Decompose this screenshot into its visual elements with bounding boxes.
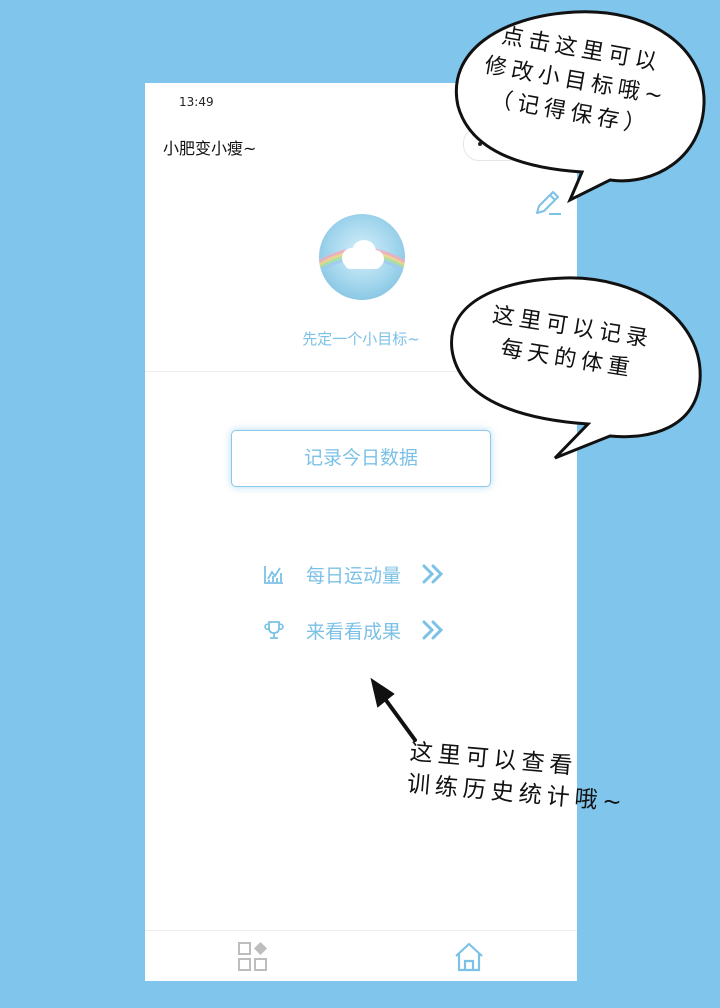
double-chevron-right-icon — [422, 620, 444, 640]
edit-pencil-icon[interactable] — [531, 187, 563, 219]
record-today-button[interactable]: 记录今日数据 — [231, 430, 491, 487]
menu-label: 每日运动量 — [306, 564, 402, 587]
double-chevron-right-icon — [422, 564, 444, 584]
phone-screen: 13:49 小肥变小瘦~ 先定一个小目标~ 记录今日数据 每日运动量 来看看成果 — [145, 83, 577, 981]
menu-view-results[interactable]: 来看看成果 — [263, 615, 445, 645]
tab-apps-icon[interactable] — [237, 941, 269, 973]
tab-bar — [145, 930, 577, 982]
mini-program-capsule[interactable] — [463, 127, 569, 161]
more-dots-icon[interactable] — [478, 141, 498, 147]
bar-chart-icon — [264, 566, 283, 584]
rainbow-cloud-icon — [319, 240, 405, 273]
avatar[interactable] — [319, 214, 405, 300]
menu-label: 来看看成果 — [306, 620, 402, 643]
tab-home-icon[interactable] — [453, 941, 485, 973]
trophy-icon — [264, 621, 284, 639]
divider — [145, 371, 577, 372]
menu-daily-exercise[interactable]: 每日运动量 — [263, 559, 445, 589]
page-title: 小肥变小瘦~ — [163, 139, 257, 158]
status-time: 13:49 — [179, 95, 214, 109]
